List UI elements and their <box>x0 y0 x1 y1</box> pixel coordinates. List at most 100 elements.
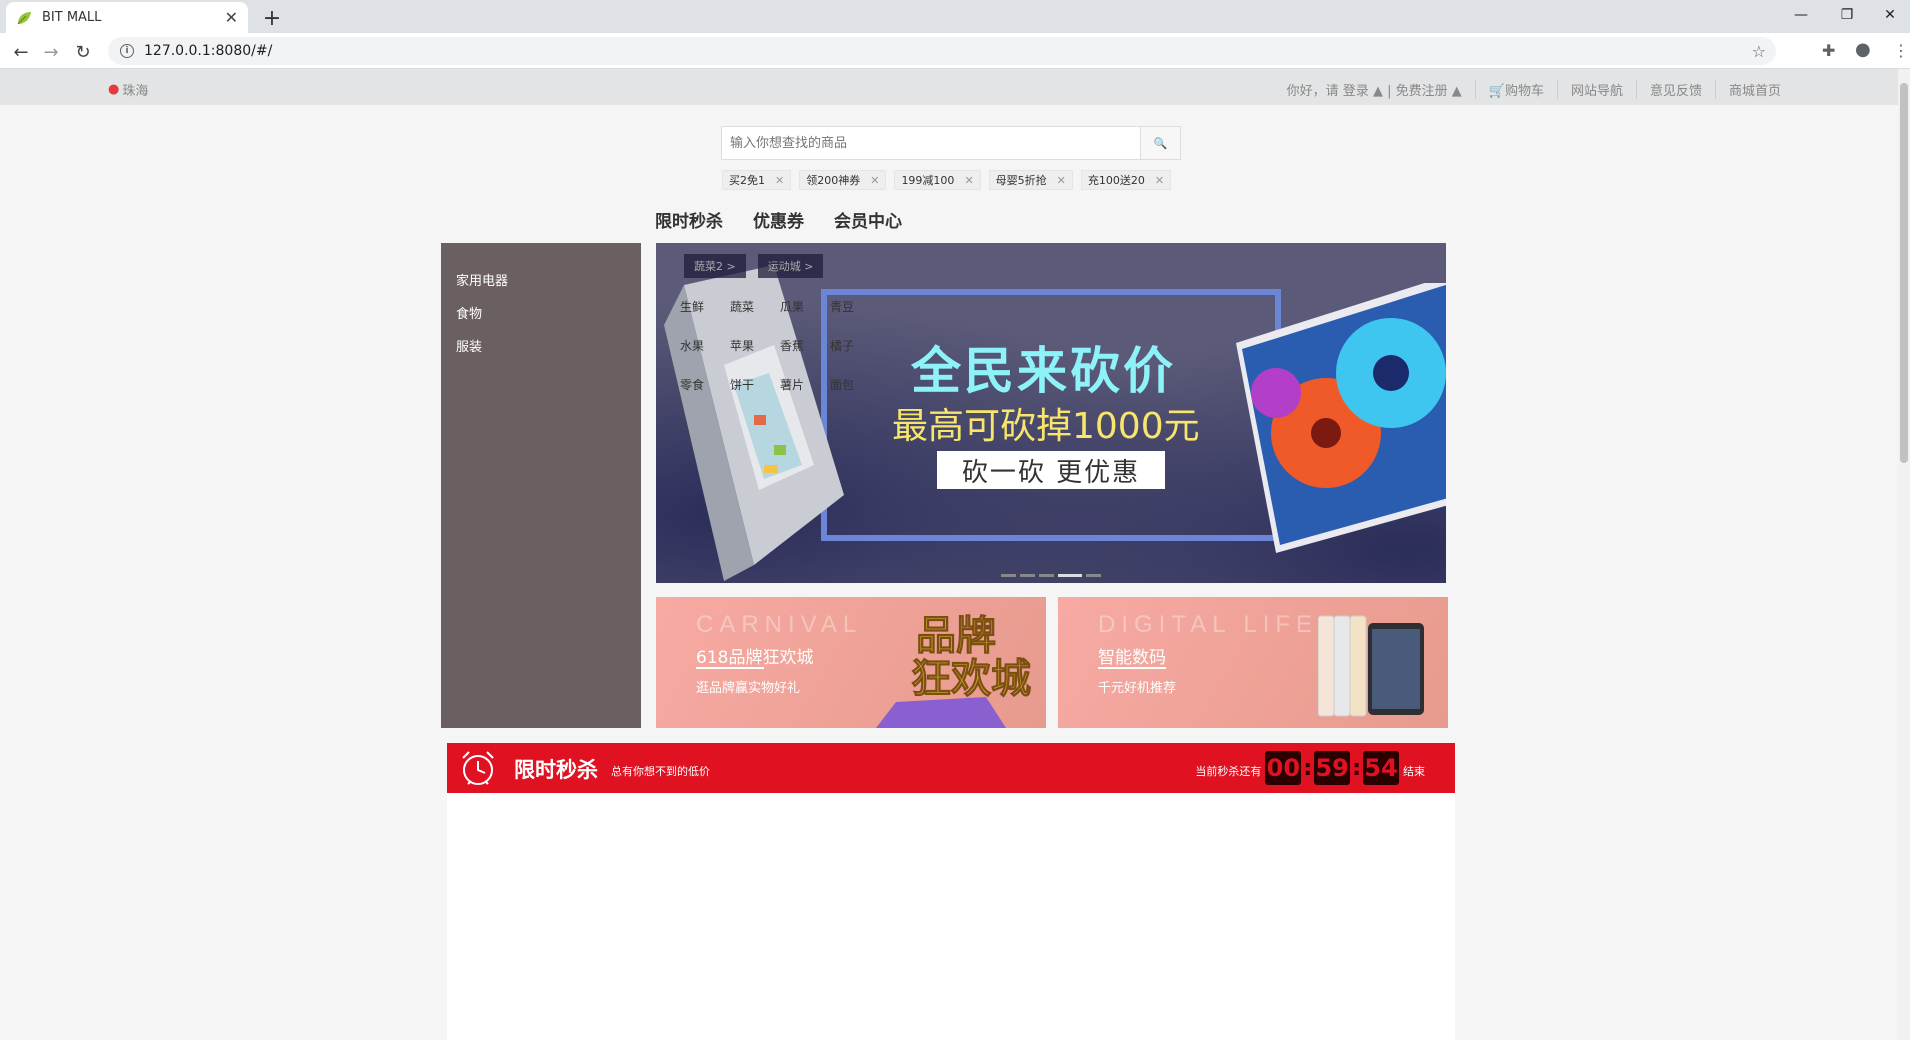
tv-flower-image <box>1236 283 1446 553</box>
grid-item[interactable]: 生鲜 <box>680 298 730 337</box>
search-tag-label: 买2免1 <box>729 174 765 187</box>
grid-item[interactable]: 橘子 <box>830 337 880 376</box>
carousel-dot[interactable] <box>1039 574 1054 577</box>
tag-close-icon[interactable]: ✕ <box>870 174 879 187</box>
search-tag-label: 母婴5折抢 <box>995 174 1047 187</box>
promo-art-line-2: 狂欢城 <box>911 656 1031 702</box>
tab-title: BIT MALL <box>42 10 102 25</box>
flash-sale-title: 限时秒杀 <box>514 758 598 782</box>
grid-item[interactable]: 香蕉 <box>780 337 830 376</box>
hero-subtabs: 蔬菜2 > 运动城 > <box>684 254 835 278</box>
search-tag-label: 充100送20 <box>1087 174 1145 187</box>
register-link[interactable]: 免费注册 <box>1396 84 1448 99</box>
main-nav: 限时秒杀 优惠券 会员中心 <box>655 207 932 232</box>
site-nav-link[interactable]: 网站导航 <box>1556 80 1636 99</box>
search-tag[interactable]: 199减100 ✕ <box>894 170 981 190</box>
carousel-dot[interactable] <box>1001 574 1016 577</box>
flash-sale-subtitle: 总有你想不到的低价 <box>611 765 710 778</box>
grid-item[interactable]: 面包 <box>830 376 880 415</box>
countdown-suffix: 结束 <box>1403 765 1425 778</box>
address-bar[interactable]: i 127.0.0.1:8080/#/ ☆ <box>108 37 1776 65</box>
feedback-link[interactable]: 意见反馈 <box>1635 80 1715 99</box>
hero-category-grid: 生鲜 蔬菜 瓜果 青豆 水果 苹果 香蕉 橘子 零食 饼干 薯片 面包 <box>680 298 880 415</box>
search-tag[interactable]: 充100送20 ✕ <box>1080 170 1172 190</box>
promo-subtitle: 千元好机推荐 <box>1098 681 1177 696</box>
new-tab-button[interactable]: + <box>258 4 286 32</box>
category-clothing[interactable]: 服装 <box>441 331 641 364</box>
promo-banner-digital[interactable]: DIGITAL LIFE 智能数码 千元好机推荐 <box>1058 597 1448 728</box>
menu-kebab-icon[interactable]: ⋮ <box>1893 41 1909 60</box>
promo-art-line-1: 品牌 <box>916 613 996 659</box>
forward-arrow-icon[interactable]: → <box>38 39 64 65</box>
grid-item[interactable]: 瓜果 <box>780 298 830 337</box>
search-tag[interactable]: 买2免1 ✕ <box>722 170 792 190</box>
hero-subheadline: 最高可砍掉1000元 <box>892 406 1200 447</box>
grid-item[interactable]: 青豆 <box>830 298 880 337</box>
countdown-prefix: 当前秒杀还有 <box>1195 765 1262 778</box>
search-tags: 买2免1 ✕ 领200神券 ✕ 199减100 ✕ 母婴5折抢 ✕ 充100送20 ✕ <box>722 170 1179 190</box>
search-tag[interactable]: 领200神券 ✕ <box>799 170 887 190</box>
tab-close-icon[interactable]: ✕ <box>225 8 238 27</box>
back-arrow-icon[interactable]: ← <box>8 39 34 65</box>
tag-close-icon[interactable]: ✕ <box>1057 174 1066 187</box>
category-home-appliances[interactable]: 家用电器 <box>441 265 641 298</box>
search-tag-label: 199减100 <box>901 174 955 187</box>
restore-button[interactable]: ❐ <box>1824 0 1870 30</box>
category-panel: 家用电器 食物 服装 <box>441 243 641 728</box>
nav-member-center[interactable]: 会员中心 <box>834 207 902 232</box>
promo-subtitle: 逛品牌赢实物好礼 <box>696 681 801 696</box>
site-links: 你好，请 登录 ▲ | 免费注册 ▲ 🛒购物车 网站导航 意见反馈 商城首页 <box>1274 80 1794 99</box>
page-scrollbar[interactable] <box>1898 69 1910 1040</box>
bookmark-star-icon[interactable]: ☆ <box>1752 42 1766 61</box>
flash-sale-header: 限时秒杀 总有你想不到的低价 当前秒杀还有 00 : 59 : 54 结束 <box>447 743 1455 793</box>
promo-banner-carnival[interactable]: CARNIVAL 618品牌狂欢城 逛品牌赢实物好礼 品牌 狂欢城 <box>656 597 1046 728</box>
hero-cta-button[interactable]: 砍一砍 更优惠 <box>937 451 1165 489</box>
scrollbar-thumb[interactable] <box>1900 83 1908 463</box>
tag-close-icon[interactable]: ✕ <box>775 174 784 187</box>
site-top-bar: ● 珠海 你好，请 登录 ▲ | 免费注册 ▲ 🛒购物车 网站导航 意见反馈 商… <box>0 69 1898 105</box>
grid-item[interactable]: 饼干 <box>730 376 780 415</box>
alarm-clock-icon <box>462 751 494 785</box>
login-register-links[interactable]: 你好，请 登录 ▲ | 免费注册 ▲ <box>1274 80 1475 99</box>
carousel-dot[interactable] <box>1020 574 1035 577</box>
countdown-seconds: 54 <box>1363 751 1399 785</box>
hero-subtab-1[interactable]: 蔬菜2 > <box>684 254 746 278</box>
site-info-icon[interactable]: i <box>120 44 134 58</box>
minimize-button[interactable]: — <box>1778 0 1824 30</box>
profile-avatar-icon[interactable]: ● <box>1855 39 1871 60</box>
leaf-favicon-icon <box>17 11 31 24</box>
category-food[interactable]: 食物 <box>441 298 641 331</box>
tag-close-icon[interactable]: ✕ <box>964 174 973 187</box>
tag-close-icon[interactable]: ✕ <box>1155 174 1164 187</box>
search-tag[interactable]: 母婴5折抢 ✕ <box>988 170 1073 190</box>
grid-item[interactable]: 蔬菜 <box>730 298 780 337</box>
close-window-button[interactable]: ✕ <box>1870 0 1910 30</box>
login-link[interactable]: 你好，请 登录 <box>1287 84 1369 99</box>
extensions-puzzle-icon[interactable]: ✚ <box>1822 41 1835 60</box>
search-button[interactable]: 🔍 <box>1140 127 1180 159</box>
location-text: 珠海 <box>122 84 149 99</box>
countdown-separator: : <box>1303 755 1313 781</box>
location-pin-icon: ● <box>108 82 120 97</box>
grid-item[interactable]: 苹果 <box>730 337 780 376</box>
cart-link[interactable]: 🛒购物车 <box>1474 80 1557 99</box>
carousel-dot-active[interactable] <box>1058 574 1082 577</box>
search-box: 🔍 <box>721 126 1181 160</box>
hero-headline: 全民来砍价 <box>911 342 1176 400</box>
home-link[interactable]: 商城首页 <box>1714 80 1794 99</box>
grid-item[interactable]: 水果 <box>680 337 730 376</box>
grid-item[interactable]: 薯片 <box>780 376 830 415</box>
promo-title: 智能数码 <box>1098 648 1166 668</box>
reload-icon[interactable]: ↻ <box>70 39 96 65</box>
location-selector[interactable]: ● 珠海 <box>108 80 148 99</box>
nav-coupons[interactable]: 优惠券 <box>753 207 804 232</box>
grid-item[interactable]: 零食 <box>680 376 730 415</box>
nav-flash-sale[interactable]: 限时秒杀 <box>655 207 723 232</box>
flash-sale-content <box>447 793 1455 1040</box>
browser-tab[interactable]: BIT MALL ✕ <box>6 2 248 33</box>
promo-title: 618品牌狂欢城 <box>696 648 814 668</box>
hero-carousel[interactable]: 蔬菜2 > 运动城 > 生鲜 蔬菜 瓜果 青豆 水果 苹果 香蕉 橘子 零食 饼干 薯片 面包 全… <box>656 243 1446 583</box>
search-input[interactable] <box>722 127 1140 159</box>
hero-subtab-2[interactable]: 运动城 > <box>757 254 824 278</box>
carousel-dot[interactable] <box>1086 574 1101 577</box>
